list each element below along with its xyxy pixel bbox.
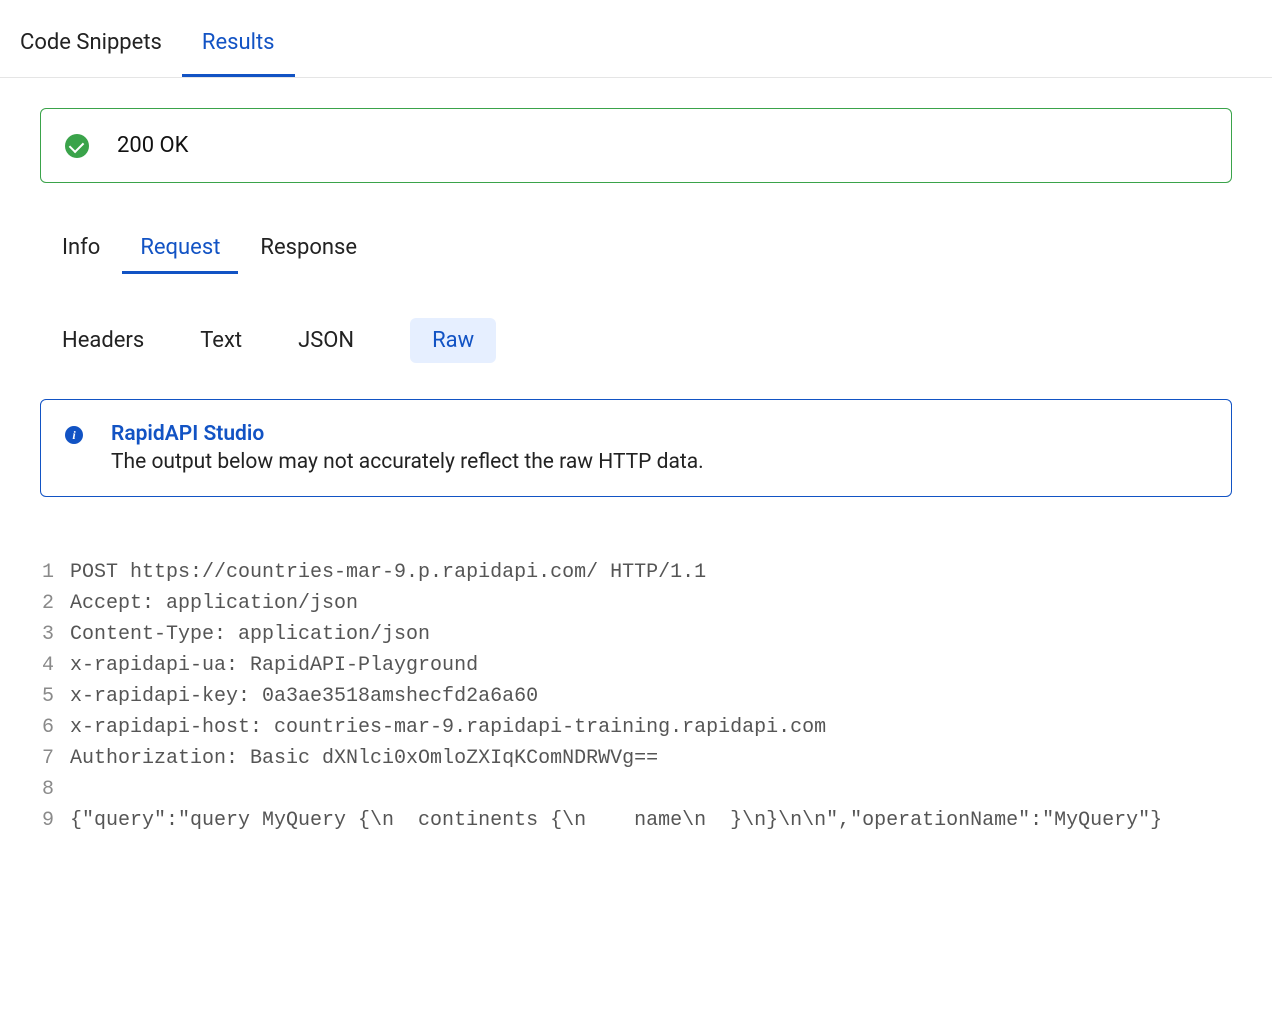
line-number: 1 xyxy=(40,557,70,588)
line-number: 7 xyxy=(40,743,70,774)
code-text: POST https://countries-mar-9.p.rapidapi.… xyxy=(70,557,1232,588)
tab-request[interactable]: Request xyxy=(140,227,220,272)
tab-results[interactable]: Results xyxy=(202,20,275,77)
format-headers[interactable]: Headers xyxy=(62,320,144,361)
code-text: x-rapidapi-ua: RapidAPI-Playground xyxy=(70,650,1232,681)
line-number: 3 xyxy=(40,619,70,650)
line-number: 5 xyxy=(40,681,70,712)
tab-code-snippets[interactable]: Code Snippets xyxy=(20,20,162,77)
code-text: x-rapidapi-key: 0a3ae3518amshecfd2a6a60 xyxy=(70,681,1232,712)
code-line: 5 x-rapidapi-key: 0a3ae3518amshecfd2a6a6… xyxy=(40,681,1232,712)
code-text xyxy=(70,774,1232,805)
info-title: RapidAPI Studio xyxy=(111,422,704,446)
format-raw[interactable]: Raw xyxy=(410,318,496,363)
status-text: 200 OK xyxy=(117,133,189,158)
code-text: Authorization: Basic dXNlci0xOmloZXIqKCo… xyxy=(70,743,1232,774)
code-line: 6 x-rapidapi-host: countries-mar-9.rapid… xyxy=(40,712,1232,743)
code-line: 7 Authorization: Basic dXNlci0xOmloZXIqK… xyxy=(40,743,1232,774)
tab-info[interactable]: Info xyxy=(62,227,100,272)
code-text: {"query":"query MyQuery {\n continents {… xyxy=(70,805,1232,836)
code-text: Accept: application/json xyxy=(70,588,1232,619)
info-icon: i xyxy=(65,426,83,444)
code-line: 4 x-rapidapi-ua: RapidAPI-Playground xyxy=(40,650,1232,681)
line-number: 6 xyxy=(40,712,70,743)
code-line: 3 Content-Type: application/json xyxy=(40,619,1232,650)
line-number: 4 xyxy=(40,650,70,681)
info-text: The output below may not accurately refl… xyxy=(111,450,704,474)
format-json[interactable]: JSON xyxy=(298,320,354,361)
code-text: x-rapidapi-host: countries-mar-9.rapidap… xyxy=(70,712,1232,743)
results-panel: 200 OK Info Request Response Headers Tex… xyxy=(0,78,1272,856)
line-number: 2 xyxy=(40,588,70,619)
info-content: RapidAPI Studio The output below may not… xyxy=(111,422,704,474)
code-text: Content-Type: application/json xyxy=(70,619,1232,650)
line-number: 9 xyxy=(40,805,70,836)
line-number: 8 xyxy=(40,774,70,805)
code-line: 2 Accept: application/json xyxy=(40,588,1232,619)
result-sub-tabs: Info Request Response xyxy=(40,227,1232,272)
tab-response[interactable]: Response xyxy=(260,227,357,272)
code-line: 9 {"query":"query MyQuery {\n continents… xyxy=(40,805,1232,836)
code-line: 1 POST https://countries-mar-9.p.rapidap… xyxy=(40,557,1232,588)
status-box: 200 OK xyxy=(40,108,1232,183)
raw-code-block: 1 POST https://countries-mar-9.p.rapidap… xyxy=(40,557,1232,836)
info-banner: i RapidAPI Studio The output below may n… xyxy=(40,399,1232,497)
code-line: 8 xyxy=(40,774,1232,805)
format-text[interactable]: Text xyxy=(200,320,242,361)
top-tabs: Code Snippets Results xyxy=(0,0,1272,78)
success-check-icon xyxy=(65,134,89,158)
format-tabs: Headers Text JSON Raw xyxy=(40,318,1232,363)
